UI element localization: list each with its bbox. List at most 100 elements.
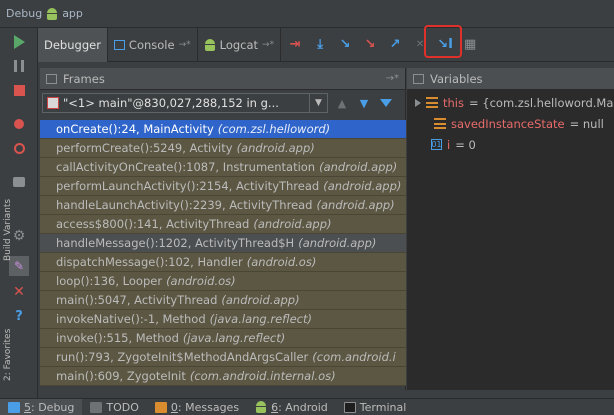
frame-method: handleLaunchActivity():2239, ActivityThr… xyxy=(56,198,313,212)
debug-tab-bar: Debugger Console →* Logcat →* ⇥ ⤓ ↘ ↘ ↗ … xyxy=(38,27,614,62)
frame-row[interactable]: main():5047, ActivityThread (android.app) xyxy=(40,291,406,310)
frame-package: (android.app) xyxy=(221,293,300,307)
frame-row[interactable]: invoke():515, Method (java.lang.reflect) xyxy=(40,329,406,348)
frame-method: loop():136, Looper xyxy=(56,274,163,288)
frame-package: (com.android.i xyxy=(312,350,396,364)
frame-row[interactable]: handleMessage():1202, ActivityThread$H (a… xyxy=(40,234,406,253)
frame-package: (java.lang.reflect) xyxy=(209,312,312,326)
previous-frame-icon[interactable]: ▲ xyxy=(334,95,350,111)
thread-selector[interactable]: "<1> main"@830,027,288,152 in g... ▼ xyxy=(42,93,328,113)
variable-value: = 0 xyxy=(455,137,476,152)
console-icon xyxy=(113,39,125,50)
tab-debug-mnemonic: 5 xyxy=(24,400,31,414)
frame-method: run():793, ZygoteInit$MethodAndArgsCalle… xyxy=(56,350,309,364)
variable-row[interactable]: 01 i = 0 xyxy=(407,134,614,155)
android-icon xyxy=(204,38,216,51)
frame-row[interactable]: performLaunchActivity():2154, ActivityTh… xyxy=(40,177,406,196)
close-icon[interactable]: ✕ xyxy=(11,284,27,300)
step-over-icon[interactable]: ⤓ xyxy=(309,34,331,56)
pin-icon[interactable]: →* xyxy=(179,40,191,50)
frame-row[interactable]: onCreate():24, MainActivity (com.zsl.hell… xyxy=(40,120,406,139)
frame-method: onCreate():24, MainActivity xyxy=(56,122,214,136)
frame-package: (android.os) xyxy=(166,274,236,288)
frame-method: performLaunchActivity():2154, ActivityTh… xyxy=(56,179,320,193)
android-icon xyxy=(255,401,267,413)
frame-row[interactable]: invokeNative():-1, Method (java.lang.refl… xyxy=(40,310,406,329)
pause-icon[interactable] xyxy=(11,58,27,74)
tab-console[interactable]: Console →* xyxy=(108,27,198,62)
tab-android[interactable]: 6: Android xyxy=(247,399,336,415)
object-icon xyxy=(434,118,446,129)
frame-method: invokeNative():-1, Method xyxy=(56,312,206,326)
frame-row[interactable]: access$800():141, ActivityThread (android… xyxy=(40,215,406,234)
frame-method: main():609, ZygoteInit xyxy=(56,369,186,383)
chevron-down-icon[interactable]: ▼ xyxy=(309,94,327,112)
show-execution-point-icon[interactable]: ⇥ xyxy=(284,34,306,56)
frame-row[interactable]: loop():136, Looper (android.os) xyxy=(40,272,406,291)
variable-row[interactable]: this = {com.zsl.helloword.Ma xyxy=(407,92,614,113)
tab-debugger-label: Debugger xyxy=(44,37,101,52)
primitive-icon: 01 xyxy=(431,139,442,150)
frame-row[interactable]: dispatchMessage():102, Handler (android.o… xyxy=(40,253,406,272)
frame-package: (android.app) xyxy=(236,141,315,155)
force-step-into-icon[interactable]: ↘ xyxy=(359,34,381,56)
mute-breakpoints-icon[interactable] xyxy=(11,140,27,156)
get-thread-dump-icon[interactable] xyxy=(11,174,27,190)
pin-icon[interactable]: →* xyxy=(386,73,399,84)
frame-package: (android.app) xyxy=(298,236,377,250)
tab-todo[interactable]: TODO xyxy=(82,399,147,415)
step-out-icon[interactable]: ↗ xyxy=(384,34,406,56)
expand-icon[interactable] xyxy=(415,98,421,107)
tab-terminal-label: Terminal xyxy=(359,400,407,414)
left-side-strip: Build Variants 2: Favorites xyxy=(0,196,13,406)
frames-list: onCreate():24, MainActivity (com.zsl.hell… xyxy=(40,120,406,386)
frame-row[interactable]: main():609, ZygoteInit (com.android.inter… xyxy=(40,367,406,386)
next-frame-icon[interactable]: ▼ xyxy=(356,95,372,111)
frame-package: (android.app) xyxy=(319,160,398,174)
frame-row[interactable]: callActivityOnCreate():1087, Instrumenta… xyxy=(40,158,406,177)
frame-package: (android.app) xyxy=(316,198,395,212)
variables-header: Variables xyxy=(407,68,614,90)
variable-name: savedInstanceState xyxy=(451,116,565,131)
debug-icon xyxy=(8,401,20,413)
step-into-icon[interactable]: ↘ xyxy=(334,34,356,56)
frame-package: (android.app) xyxy=(253,217,332,231)
tab-debug[interactable]: 5: Debug xyxy=(0,398,83,415)
left-toolbar: ⚙ ✎ ✕ ? Build Variants 2: Favorites xyxy=(0,28,38,398)
frame-method: dispatchMessage():102, Handler xyxy=(56,255,243,269)
resume-icon[interactable] xyxy=(11,34,27,50)
frames-title: Frames xyxy=(63,71,105,86)
thread-icon xyxy=(47,97,59,109)
filter-icon[interactable] xyxy=(378,95,394,111)
tab-terminal[interactable]: Terminal xyxy=(336,399,415,415)
tab-messages[interactable]: 0: Messages xyxy=(147,399,247,415)
view-breakpoints-icon[interactable] xyxy=(11,116,27,132)
tab-debugger[interactable]: Debugger xyxy=(38,27,108,62)
variables-title: Variables xyxy=(430,71,483,86)
title-bar: Debug app xyxy=(0,0,614,28)
tab-debug-label: : Debug xyxy=(31,400,75,414)
tab-logcat[interactable]: Logcat →* xyxy=(198,27,282,62)
build-variants-tab[interactable]: Build Variants xyxy=(3,199,13,261)
frame-row[interactable]: run():793, ZygoteInit$MethodAndArgsCalle… xyxy=(40,348,406,367)
frame-method: main():5047, ActivityThread xyxy=(56,293,218,307)
window-title: Debug xyxy=(6,7,43,20)
frame-method: access$800():141, ActivityThread xyxy=(56,217,250,231)
favorites-tab[interactable]: 2: Favorites xyxy=(3,321,13,381)
stop-icon[interactable] xyxy=(11,82,27,98)
app-label: app xyxy=(62,7,83,20)
variable-name: this xyxy=(443,95,464,110)
todo-icon xyxy=(90,401,103,413)
help-icon[interactable]: ? xyxy=(11,308,27,324)
settings-icon[interactable]: ⚙ xyxy=(11,228,27,244)
pin-icon[interactable]: →* xyxy=(262,40,274,50)
evaluate-icon[interactable]: ▦ xyxy=(459,34,481,56)
frame-row[interactable]: handleLaunchActivity():2239, ActivityThr… xyxy=(40,196,406,215)
tab-logcat-label: Logcat xyxy=(219,37,259,52)
tab-messages-mnemonic: 0 xyxy=(170,400,178,414)
frame-package: (com.android.internal.os) xyxy=(189,369,336,383)
tab-messages-label: : Messages xyxy=(177,400,240,414)
run-to-cursor-highlight xyxy=(424,25,462,58)
frame-row[interactable]: performCreate():5249, Activity (android.a… xyxy=(40,139,406,158)
variable-row[interactable]: savedInstanceState = null xyxy=(407,113,614,134)
